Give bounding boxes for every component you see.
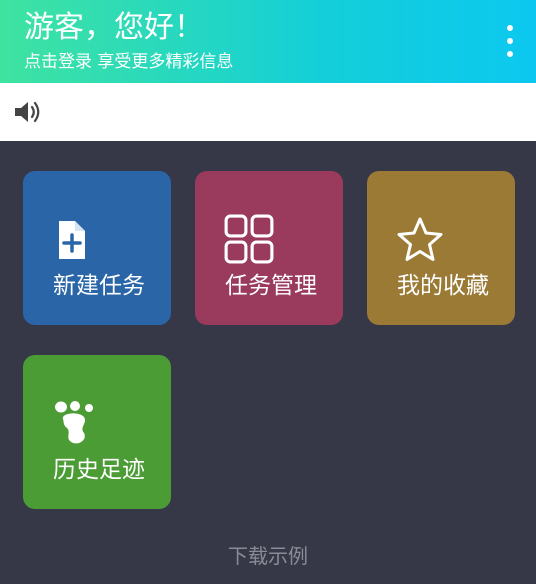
more-vertical-icon[interactable] [500, 25, 520, 57]
tile-label: 历史足迹 [53, 457, 145, 483]
tile-label: 我的收藏 [397, 273, 489, 299]
footprint-icon [55, 401, 93, 444]
grid-icon [224, 214, 274, 264]
task-management-button[interactable]: 任务管理 [195, 171, 343, 325]
notice-bar[interactable] [0, 83, 536, 141]
speaker-icon [15, 101, 40, 123]
greeting-title[interactable]: 游客，您好！ [24, 10, 204, 46]
new-document-icon [59, 221, 85, 259]
login-prompt[interactable]: 点击登录 享受更多精彩信息 [24, 51, 233, 73]
menu-dot [507, 38, 513, 44]
menu-dot [507, 51, 513, 57]
favorites-button[interactable]: 我的收藏 [367, 171, 515, 325]
new-task-button[interactable]: 新建任务 [23, 171, 171, 325]
tile-label: 任务管理 [225, 273, 317, 299]
history-button[interactable]: 历史足迹 [23, 355, 171, 509]
star-icon [397, 217, 443, 261]
menu-dot [507, 25, 513, 31]
tile-label: 新建任务 [53, 273, 145, 299]
header[interactable]: 游客，您好！ 点击登录 享受更多精彩信息 [0, 0, 536, 83]
download-example-link[interactable]: 下载示例 [0, 540, 536, 569]
